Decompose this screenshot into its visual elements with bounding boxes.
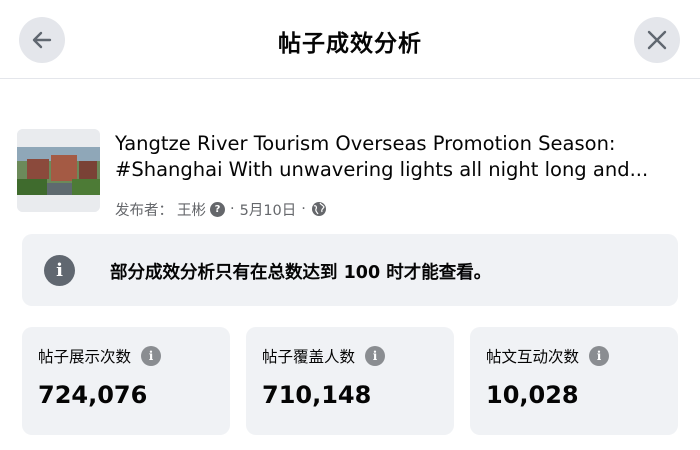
meta-separator: · (301, 201, 306, 217)
stat-value: 10,028 (486, 381, 579, 409)
notice-text: 部分成效分析只有在总数达到 100 时才能查看。 (110, 263, 492, 283)
post-title[interactable]: Yangtze River Tourism Overseas Promotion… (115, 131, 685, 183)
stat-card-impressions: 帖子展示次数 i 724,076 (22, 327, 230, 435)
post-title-line-2: #Shanghai With unwavering lights all nig… (115, 158, 649, 181)
meta-separator: · (230, 201, 235, 217)
stat-value: 724,076 (38, 381, 148, 409)
globe-icon (311, 202, 326, 216)
close-icon (647, 30, 667, 50)
post-summary: Yangtze River Tourism Overseas Promotion… (17, 129, 687, 224)
publisher-name[interactable]: 王彬 (177, 199, 206, 220)
stat-card-engagement: 帖文互动次数 i 10,028 (470, 327, 678, 435)
post-date[interactable]: 5月10日 (240, 199, 297, 220)
close-button[interactable] (634, 17, 680, 63)
info-icon[interactable]: i (365, 346, 386, 366)
stat-card-reach: 帖子覆盖人数 i 710,148 (246, 327, 454, 435)
stat-label: 帖子展示次数 i (38, 345, 162, 367)
page-title: 帖子成效分析 (278, 31, 422, 57)
dialog-header: 帖子成效分析 (0, 0, 700, 79)
post-meta: 发布者： 王彬 ? · 5月10日 · (115, 199, 327, 219)
insights-notice: i 部分成效分析只有在总数达到 100 时才能查看。 (22, 234, 678, 306)
info-icon[interactable]: i (589, 346, 610, 366)
stat-label-text: 帖子展示次数 (38, 348, 132, 366)
post-thumbnail[interactable] (17, 129, 100, 212)
stat-label: 帖文互动次数 i (486, 345, 610, 367)
info-icon[interactable]: i (141, 346, 162, 366)
question-icon[interactable]: ? (210, 201, 225, 217)
stat-label: 帖子覆盖人数 i (262, 345, 386, 367)
publisher-label: 发布者： (115, 202, 173, 219)
stat-value: 710,148 (262, 381, 372, 409)
post-thumbnail-image (17, 129, 100, 212)
info-icon: i (44, 255, 75, 286)
stat-label-text: 帖子覆盖人数 (262, 348, 356, 366)
stat-label-text: 帖文互动次数 (486, 348, 580, 366)
post-title-line-1: Yangtze River Tourism Overseas Promotion… (115, 132, 616, 155)
